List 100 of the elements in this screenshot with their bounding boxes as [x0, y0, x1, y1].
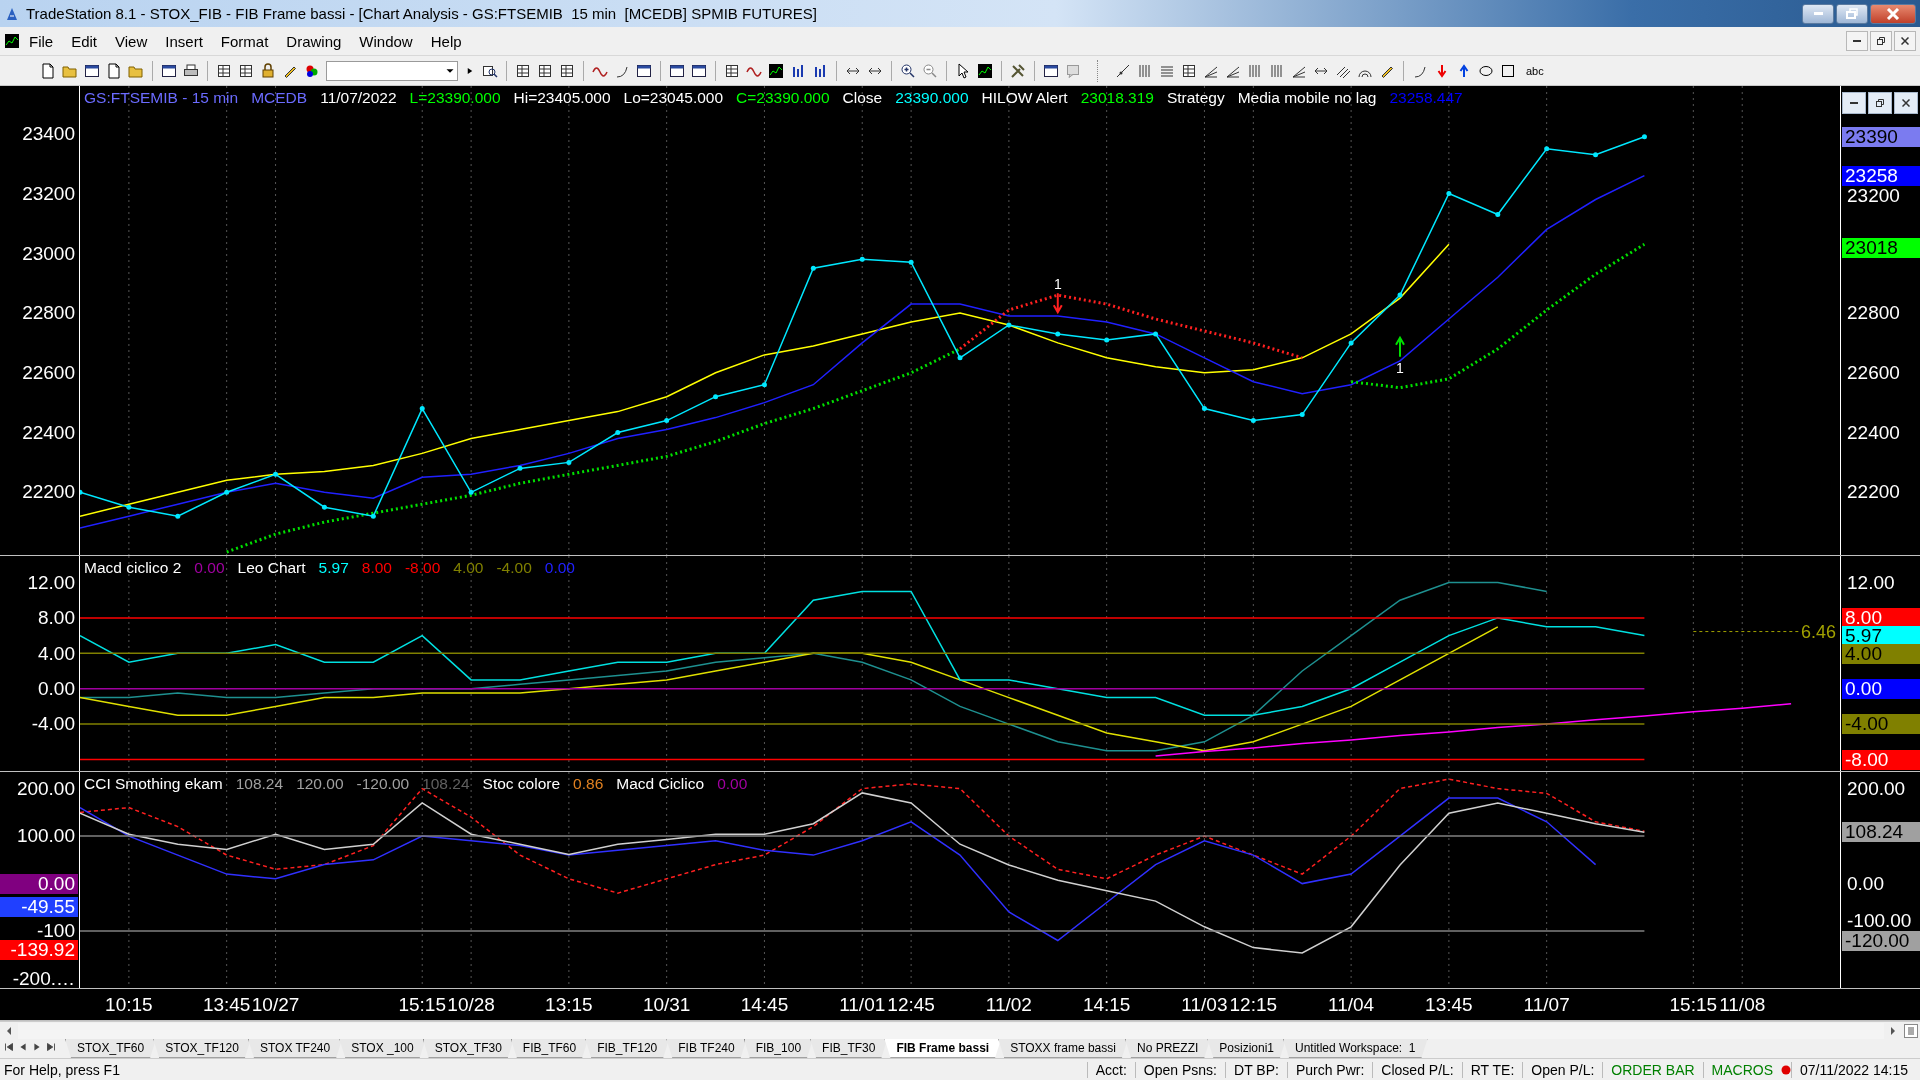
- value-marker: -49.55: [0, 897, 78, 918]
- menu-item[interactable]: Window: [350, 30, 422, 52]
- legend-text: Hi=23405.000: [513, 89, 611, 108]
- text-tool[interactable]: abc: [1526, 64, 1544, 77]
- axis-label: 22200: [22, 482, 75, 503]
- close-button[interactable]: [1894, 31, 1916, 52]
- value-marker: 23018: [1842, 238, 1920, 259]
- legend-text: 0.00: [544, 559, 575, 578]
- menu-item[interactable]: Insert: [156, 30, 212, 52]
- chart-icon[interactable]: [768, 62, 784, 79]
- window-icon[interactable]: [84, 62, 100, 79]
- close-button[interactable]: [1894, 92, 1918, 115]
- window-icon[interactable]: [1043, 62, 1059, 79]
- menu-item[interactable]: Help: [421, 30, 471, 52]
- lock-icon[interactable]: [260, 62, 276, 79]
- axis-label: 100.00: [16, 826, 75, 847]
- table-icon[interactable]: [216, 62, 232, 79]
- restore-icon: [1845, 7, 1859, 20]
- zoom-in-icon[interactable]: [900, 62, 916, 79]
- status-field: Open P/L:: [1522, 1061, 1603, 1078]
- legend-text: L=23390.000: [409, 89, 501, 108]
- value-marker: -120.00: [1842, 930, 1920, 951]
- axis-label: 200.00: [1847, 778, 1906, 799]
- document-icon[interactable]: [40, 62, 56, 79]
- axis-label: 0.00: [38, 678, 75, 699]
- status-field: DT BP:: [1225, 1061, 1287, 1078]
- vertical-lines-icon[interactable]: [1269, 62, 1285, 79]
- symbol-dropdown[interactable]: [326, 60, 458, 81]
- legend-text: Leo Chart: [237, 559, 306, 578]
- menu-item[interactable]: File: [20, 30, 63, 52]
- line-tool-icon[interactable]: [1115, 62, 1131, 79]
- grip-icon[interactable]: [1902, 1022, 1920, 1039]
- zoom-out-icon[interactable]: [922, 62, 938, 79]
- axis-label: 23400: [22, 124, 75, 144]
- menu-item[interactable]: Drawing: [277, 30, 351, 52]
- chart-icon[interactable]: [977, 62, 993, 79]
- value-marker: -4.00: [1842, 714, 1920, 735]
- table-icon[interactable]: [238, 62, 254, 79]
- rectangle-icon[interactable]: [1500, 62, 1516, 79]
- value-marker: 4.00: [1842, 643, 1920, 664]
- printer-icon[interactable]: [183, 62, 199, 79]
- legend-text: Macd ciclico 2: [84, 559, 182, 578]
- table-icon[interactable]: [515, 62, 531, 79]
- legend-text: 23390.000: [895, 89, 969, 108]
- document-icon[interactable]: [106, 62, 122, 79]
- value-marker: -8.00: [1842, 749, 1920, 770]
- table-icon[interactable]: [724, 62, 740, 79]
- legend-text: 108.24: [422, 775, 470, 794]
- legend-text: 0.86: [573, 775, 604, 794]
- legend-text: MCEDB: [251, 89, 308, 108]
- axis-label: 11/04: [1328, 994, 1375, 1017]
- axis-label: -100: [36, 921, 75, 942]
- tools-icon[interactable]: [1010, 62, 1026, 79]
- table-icon[interactable]: [537, 62, 553, 79]
- pointer-icon[interactable]: [955, 62, 971, 79]
- legend-text: -8.00: [404, 559, 441, 578]
- bar-chart-icon[interactable]: [812, 62, 828, 79]
- status-field: 07/11/2022 14:15: [1791, 1061, 1916, 1078]
- axis-label: 10/31: [642, 994, 691, 1017]
- minimize-button[interactable]: [1846, 31, 1868, 52]
- restore-button[interactable]: [1870, 31, 1892, 52]
- window-icon[interactable]: [636, 62, 652, 79]
- window-icon[interactable]: [691, 62, 707, 79]
- table-icon[interactable]: [559, 62, 575, 79]
- legend-text: 4.00: [453, 559, 484, 578]
- axis-label: 14:45: [740, 994, 789, 1017]
- legend-text: Media mobile no lag: [1237, 89, 1377, 108]
- bar-chart-icon[interactable]: [790, 62, 806, 79]
- close-button[interactable]: [1870, 3, 1916, 24]
- restore-button[interactable]: [1836, 3, 1868, 24]
- legend-text: Lo=23045.000: [623, 89, 724, 108]
- value-marker: 0.00: [1842, 678, 1920, 699]
- restore-icon: [1876, 99, 1884, 108]
- axis-label: 15:15: [398, 994, 446, 1017]
- legend-text: 0.00: [194, 559, 225, 578]
- table-icon[interactable]: [1181, 62, 1197, 79]
- menu-item[interactable]: Format: [211, 30, 278, 52]
- axis-label: 11/08: [1719, 994, 1766, 1017]
- legend-text: 23258.447: [1389, 89, 1463, 108]
- window-icon[interactable]: [161, 62, 177, 79]
- legend-text: GS:FTSEMIB - 15 min: [84, 89, 239, 108]
- legend-text: -4.00: [496, 559, 532, 578]
- axis-label: 22400: [22, 422, 75, 443]
- axis-label: 13:45: [1425, 994, 1473, 1017]
- legend-text: 5.97: [318, 559, 349, 578]
- minimize-button[interactable]: [1842, 92, 1866, 115]
- vertical-lines-icon[interactable]: [1247, 62, 1263, 79]
- restore-button[interactable]: [1868, 92, 1892, 115]
- vertical-lines-icon[interactable]: [1137, 62, 1153, 79]
- menu-item[interactable]: Edit: [62, 30, 107, 52]
- minimize-icon: [1813, 12, 1823, 16]
- legend-text: Close: [842, 89, 883, 108]
- menu-item[interactable]: View: [106, 30, 157, 52]
- minimize-button[interactable]: [1802, 3, 1834, 24]
- window-title: TradeStation 8.1 - STOX_FIB - FIB Frame bassi - [Chart Analysis - GS:FTSEMIB 15 min [MCEDB] SPMIB FUTURES]: [26, 5, 819, 23]
- status-field: Purch Pwr:: [1286, 1061, 1373, 1078]
- axis-label: 22600: [22, 363, 75, 383]
- legend-text: Macd Ciclico: [616, 775, 705, 794]
- window-icon[interactable]: [669, 62, 685, 79]
- axis-label: 10:15: [105, 994, 153, 1017]
